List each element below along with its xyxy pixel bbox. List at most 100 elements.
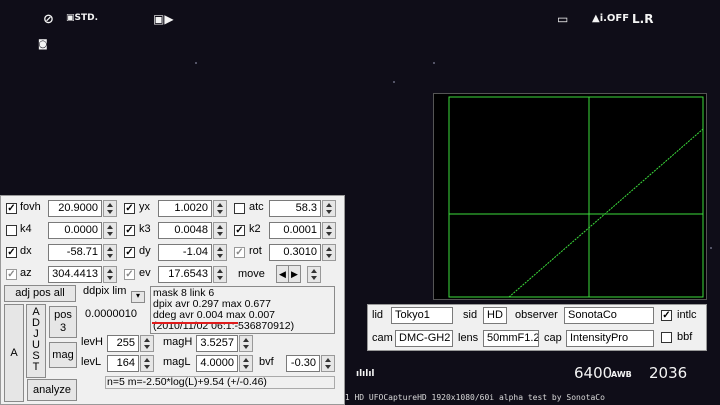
- magnitude-formula: n=5 m=-2.50*log(L)+9.54 (+/-0.46): [105, 376, 335, 389]
- wb-label: AWB: [611, 370, 632, 379]
- intlc-label: intlc: [677, 309, 697, 321]
- atc-label: atc: [249, 201, 264, 213]
- levH-spinner[interactable]: [140, 335, 154, 352]
- atc-field[interactable]: 58.3: [269, 200, 321, 217]
- yx-label: yx: [139, 201, 150, 213]
- star: [433, 62, 435, 64]
- levL-field[interactable]: 164: [107, 355, 139, 372]
- k3-field[interactable]: 0.0048: [158, 222, 212, 239]
- bvf-label: bvf: [259, 356, 274, 368]
- cap-field[interactable]: IntensityPro: [566, 330, 654, 347]
- intlc-checkbox[interactable]: ✓: [661, 310, 672, 321]
- star: [710, 247, 712, 249]
- dy-spinner[interactable]: [213, 244, 227, 261]
- dx-field[interactable]: -58.71: [48, 244, 102, 261]
- levL-label: levL: [81, 356, 102, 368]
- cam-field[interactable]: DMC-GH2: [395, 330, 453, 347]
- magL-field[interactable]: 4.0000: [196, 355, 238, 372]
- lens-field[interactable]: 50mmF1.2: [483, 330, 539, 347]
- bvf-spinner[interactable]: [321, 355, 335, 372]
- ev-checkbox[interactable]: ✓: [124, 269, 135, 280]
- bottom-status-bar: p1 HD UFOCaptureHD 1920x1080/60i alpha t…: [340, 393, 605, 402]
- fovh-spinner[interactable]: [103, 200, 117, 217]
- analyze-button[interactable]: analyze: [27, 379, 77, 401]
- plot-frame: [448, 96, 704, 298]
- dx-label: dx: [20, 245, 32, 257]
- move-right-button[interactable]: ▶: [288, 265, 301, 283]
- k2-checkbox[interactable]: ✓: [234, 225, 245, 236]
- dx-spinner[interactable]: [103, 244, 117, 261]
- rot-spinner[interactable]: [322, 244, 336, 261]
- ddpix-lim-dropdown[interactable]: ▾: [131, 291, 145, 303]
- calibration-stats: mask 8 link 6 dpix avr 0.297 max 0.677 d…: [150, 286, 335, 334]
- az-spinner[interactable]: [103, 266, 117, 283]
- bvf-field[interactable]: -0.30: [286, 355, 320, 372]
- move-spinner[interactable]: [307, 266, 321, 283]
- yx-checkbox[interactable]: ✓: [124, 203, 135, 214]
- ev-label: ev: [139, 267, 151, 279]
- lid-field[interactable]: Tokyo1: [391, 307, 453, 324]
- magH-field[interactable]: 3.5257: [196, 335, 238, 352]
- rot-field[interactable]: 0.3010: [269, 244, 321, 261]
- ddpix-value: 0.0000010: [85, 308, 137, 320]
- a-button[interactable]: A: [4, 304, 24, 402]
- k2-label: k2: [249, 223, 261, 235]
- k3-checkbox[interactable]: ✓: [124, 225, 135, 236]
- levH-field[interactable]: 255: [107, 335, 139, 352]
- magH-spinner[interactable]: [239, 335, 253, 352]
- az-checkbox[interactable]: ✓: [6, 269, 17, 280]
- dy-checkbox[interactable]: ✓: [124, 247, 135, 258]
- k4-field[interactable]: 0.0000: [48, 222, 102, 239]
- rot-checkbox[interactable]: ✓: [234, 247, 245, 258]
- az-field[interactable]: 304.4413: [48, 266, 102, 283]
- rot-label: rot: [249, 245, 262, 257]
- fovh-field[interactable]: 20.9000: [48, 200, 102, 217]
- dx-checkbox[interactable]: ✓: [6, 247, 17, 258]
- lid-label: lid: [372, 309, 384, 321]
- k3-label: k3: [139, 223, 151, 235]
- frame-count: 2036: [649, 364, 688, 382]
- ev-field[interactable]: 17.6543: [158, 266, 212, 283]
- pos-button[interactable]: pos 3: [49, 306, 77, 338]
- atc-checkbox[interactable]: [234, 203, 245, 214]
- observer-field[interactable]: SonotaCo: [564, 307, 654, 324]
- fovh-checkbox[interactable]: ✓: [6, 203, 17, 214]
- mode-label: STD.: [74, 13, 99, 23]
- k4-checkbox[interactable]: [6, 225, 17, 236]
- k2-field[interactable]: 0.0001: [269, 222, 321, 239]
- yx-spinner[interactable]: [213, 200, 227, 217]
- plot-svg: [448, 96, 704, 298]
- sid-label: sid: [463, 309, 478, 321]
- adjust-button[interactable]: A D J U S T: [26, 304, 46, 378]
- bbf-checkbox[interactable]: [661, 332, 672, 343]
- cap-label: cap: [544, 332, 562, 344]
- k3-spinner[interactable]: [213, 222, 227, 239]
- az-label: az: [20, 267, 32, 279]
- movie-camera-icon: ▣▶: [153, 12, 174, 26]
- photo-style-icon: ▣STD.: [66, 13, 99, 23]
- mag-button[interactable]: mag: [49, 342, 77, 368]
- magL-label: magL: [163, 356, 191, 368]
- k4-spinner[interactable]: [103, 222, 117, 239]
- yx-field[interactable]: 1.0020: [158, 200, 212, 217]
- histogram-icon: ılılıl: [356, 369, 375, 379]
- star: [195, 62, 197, 64]
- magL-spinner[interactable]: [239, 355, 253, 372]
- aspect-icon: ▭: [557, 12, 569, 26]
- ev-spinner[interactable]: [213, 266, 227, 283]
- adj-pos-all-button[interactable]: adj pos all: [4, 285, 76, 302]
- adjust-letter: T: [32, 361, 40, 373]
- levL-spinner[interactable]: [140, 355, 154, 372]
- flash-off-icon: ⊘: [43, 12, 54, 27]
- magH-label: magH: [163, 336, 193, 348]
- cam-label: cam: [372, 332, 393, 344]
- lens-label: lens: [458, 332, 479, 344]
- atc-spinner[interactable]: [322, 200, 336, 217]
- iso-label: i.OFF: [599, 13, 630, 24]
- red-underline: [152, 322, 238, 324]
- star: [393, 81, 395, 83]
- sid-field[interactable]: HD: [483, 307, 507, 324]
- move-label: move: [238, 268, 265, 280]
- k2-spinner[interactable]: [322, 222, 336, 239]
- dy-field[interactable]: -1.04: [158, 244, 212, 261]
